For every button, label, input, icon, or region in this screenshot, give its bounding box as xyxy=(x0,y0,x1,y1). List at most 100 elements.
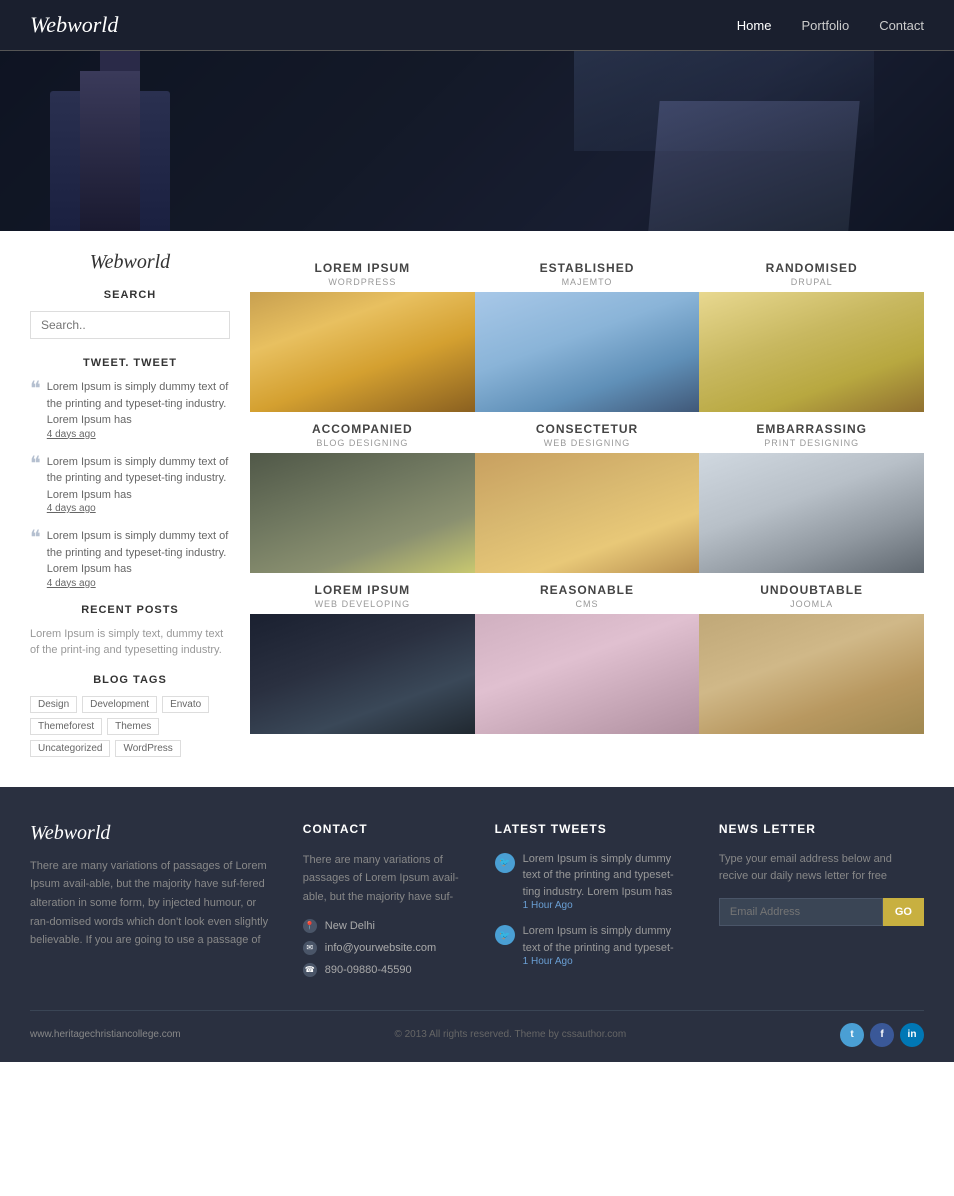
social-facebook-icon[interactable]: f xyxy=(870,1023,894,1047)
img-girl xyxy=(250,292,475,412)
portfolio-image-5 xyxy=(475,453,700,573)
recent-post-text: Lorem Ipsum is simply text, dummy text o… xyxy=(30,626,230,659)
portfolio-label-8: REASONABLE CMS xyxy=(475,573,700,614)
portfolio-title-6: EMBARRASSING xyxy=(704,422,919,436)
portfolio-item-8[interactable]: REASONABLE CMS xyxy=(475,573,700,734)
footer-tweet-1: 🐦 Lorem Ipsum is simply dummy text of th… xyxy=(495,851,689,912)
tweet-item-2: ❝ Lorem Ipsum is simply dummy text of th… xyxy=(30,454,230,515)
tag-design[interactable]: Design xyxy=(30,696,77,713)
portfolio-sub-7: WEB DEVELOPING xyxy=(255,599,470,609)
portfolio-title-1: LOREM IPSUM xyxy=(255,261,470,275)
footer-address: 📍 New Delhi xyxy=(303,919,465,933)
tag-wordpress[interactable]: WordPress xyxy=(115,740,180,757)
footer-desc: There are many variations of passages of… xyxy=(30,857,273,950)
portfolio-title-5: CONSECTETUR xyxy=(480,422,695,436)
img-leaves xyxy=(250,453,475,573)
tag-themeforest[interactable]: Themeforest xyxy=(30,718,102,735)
img-desert xyxy=(475,453,700,573)
tag-development[interactable]: Development xyxy=(82,696,157,713)
tweet-content-1: Lorem Ipsum is simply dummy text of the … xyxy=(47,379,230,440)
portfolio-label-2: ESTABLISHED MAJEMTO xyxy=(475,251,700,292)
portfolio-title-7: LOREM IPSUM xyxy=(255,583,470,597)
portfolio-title-8: REASONABLE xyxy=(480,583,695,597)
footer-contact-desc: There are many variations of passages of… xyxy=(303,851,465,907)
footer: Webworld There are many variations of pa… xyxy=(0,787,954,1062)
portfolio-item-9[interactable]: UNDOUBTABLE JOOMLA xyxy=(699,573,924,734)
footer-tweets-title: LATEST TWEETS xyxy=(495,822,689,836)
nav-contact[interactable]: Contact xyxy=(879,18,924,33)
newsletter-desc: Type your email address below and recive… xyxy=(719,851,924,886)
phone-icon: ☎ xyxy=(303,963,317,977)
portfolio-item-1[interactable]: LOREM IPSUM WORDPRESS xyxy=(250,251,475,412)
portfolio-item-2[interactable]: ESTABLISHED MAJEMTO xyxy=(475,251,700,412)
tweet-text-1: Lorem Ipsum is simply dummy text of the … xyxy=(47,379,230,429)
footer-newsletter: NEWS LETTER Type your email address belo… xyxy=(719,822,924,985)
footer-email[interactable]: ✉ info@yourwebsite.com xyxy=(303,941,465,955)
hero-image xyxy=(0,51,954,231)
tweet-time-2[interactable]: 4 days ago xyxy=(47,503,230,514)
footer-email-text: info@yourwebsite.com xyxy=(325,942,436,954)
hero-building-2 xyxy=(80,71,140,231)
footer-logo: Webworld xyxy=(30,822,273,845)
hero-machinery xyxy=(574,51,874,151)
portfolio-label-3: RANDOMISED DRUPAL xyxy=(699,251,924,292)
nav-portfolio[interactable]: Portfolio xyxy=(801,18,849,33)
portfolio-item-4[interactable]: ACCOMPANIED BLOG DESIGNING xyxy=(250,412,475,573)
footer-twitter-icon-1: 🐦 xyxy=(495,853,515,873)
footer-grid: Webworld There are many variations of pa… xyxy=(30,822,924,985)
tweet-quote-2: ❝ xyxy=(30,454,41,474)
nav-home[interactable]: Home xyxy=(737,18,772,33)
header: Webworld Home Portfolio Contact xyxy=(0,0,954,231)
newsletter-email-input[interactable] xyxy=(719,898,883,926)
tag-envato[interactable]: Envato xyxy=(162,696,209,713)
recent-posts-section: RECENT POSTS Lorem Ipsum is simply text,… xyxy=(30,604,230,659)
footer-phone-text: 890-09880-45590 xyxy=(325,964,412,976)
social-linkedin-icon[interactable]: in xyxy=(900,1023,924,1047)
sidebar-logo: Webworld xyxy=(30,251,230,274)
portfolio-sub-9: JOOMLA xyxy=(704,599,919,609)
footer-tweet-time-1[interactable]: 1 Hour Ago xyxy=(523,900,689,911)
footer-tweet-content-1: Lorem Ipsum is simply dummy text of the … xyxy=(523,851,689,912)
portfolio-image-6 xyxy=(699,453,924,573)
portfolio-label-9: UNDOUBTABLE JOOMLA xyxy=(699,573,924,614)
tag-themes[interactable]: Themes xyxy=(107,718,159,735)
portfolio-image-4 xyxy=(250,453,475,573)
tweet-time-3[interactable]: 4 days ago xyxy=(47,578,230,589)
tweet-item-3: ❝ Lorem Ipsum is simply dummy text of th… xyxy=(30,528,230,589)
footer-tweet-time-2[interactable]: 1 Hour Ago xyxy=(523,956,689,967)
portfolio-item-5[interactable]: CONSECTETUR WEB DESIGNING xyxy=(475,412,700,573)
site-logo-header: Webworld xyxy=(30,12,118,38)
tags-container: Design Development Envato Themeforest Th… xyxy=(30,696,230,757)
tweet-quote-1: ❝ xyxy=(30,379,41,399)
location-icon: 📍 xyxy=(303,919,317,933)
social-icons: t f in xyxy=(840,1023,924,1047)
tweet-content-2: Lorem Ipsum is simply dummy text of the … xyxy=(47,454,230,515)
portfolio-image-9 xyxy=(699,614,924,734)
footer-tweet-2: 🐦 Lorem Ipsum is simply dummy text of th… xyxy=(495,923,689,967)
tweet-time-1[interactable]: 4 days ago xyxy=(47,429,230,440)
tweet-content-3: Lorem Ipsum is simply dummy text of the … xyxy=(47,528,230,589)
img-city xyxy=(250,614,475,734)
portfolio-item-7[interactable]: LOREM IPSUM WEB DEVELOPING xyxy=(250,573,475,734)
portfolio-label-1: LOREM IPSUM WORDPRESS xyxy=(250,251,475,292)
hero-dome xyxy=(100,51,140,71)
newsletter-title: NEWS LETTER xyxy=(719,822,924,836)
portfolio-image-3 xyxy=(699,292,924,412)
img-turntable xyxy=(475,614,700,734)
main-content: Webworld SEARCH TWEET. TWEET ❝ Lorem Ips… xyxy=(0,231,954,787)
portfolio-sub-5: WEB DESIGNING xyxy=(480,438,695,448)
portfolio-item-3[interactable]: RANDOMISED DRUPAL xyxy=(699,251,924,412)
tag-uncategorized[interactable]: Uncategorized xyxy=(30,740,110,757)
footer-bottom: www.heritagechristiancollege.com © 2013 … xyxy=(30,1010,924,1047)
portfolio-sub-6: PRINT DESIGNING xyxy=(704,438,919,448)
portfolio-label-5: CONSECTETUR WEB DESIGNING xyxy=(475,412,700,453)
social-twitter-icon[interactable]: t xyxy=(840,1023,864,1047)
img-birds xyxy=(699,292,924,412)
img-boat xyxy=(475,292,700,412)
footer-phone: ☎ 890-09880-45590 xyxy=(303,963,465,977)
portfolio-item-6[interactable]: EMBARRASSING PRINT DESIGNING xyxy=(699,412,924,573)
footer-address-text: New Delhi xyxy=(325,920,375,932)
portfolio-image-8 xyxy=(475,614,700,734)
search-input[interactable] xyxy=(30,311,230,339)
newsletter-submit-button[interactable]: GO xyxy=(883,898,924,926)
